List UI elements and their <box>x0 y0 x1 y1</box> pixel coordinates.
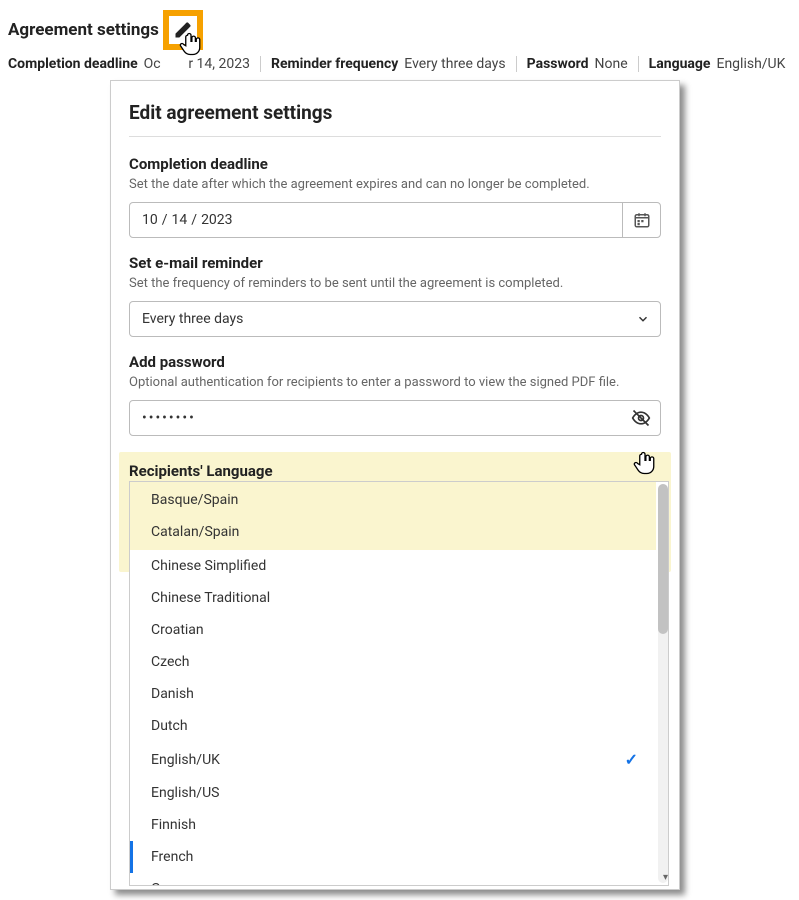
page-title: Agreement settings <box>8 20 159 40</box>
reminder-value: Every three days <box>130 311 636 327</box>
language-option[interactable]: Danish <box>130 678 656 710</box>
language-option[interactable]: Croatian <box>130 614 656 646</box>
language-option-label: Dutch <box>151 718 188 734</box>
reminder-section: Set e-mail reminder Set the frequency of… <box>129 254 661 337</box>
chevron-down-icon <box>636 312 650 326</box>
language-option-label: English/UK <box>151 752 220 768</box>
password-title: Add password <box>129 353 661 371</box>
reminder-desc: Set the frequency of reminders to be sen… <box>129 276 661 291</box>
language-option-label: Chinese Traditional <box>151 590 270 606</box>
language-option[interactable]: English/UK ✓ <box>130 742 656 777</box>
language-option-label: Chinese Simplified <box>151 558 266 574</box>
language-option[interactable]: English/US <box>130 777 656 809</box>
summary-deadline-label: Completion deadline <box>8 56 138 72</box>
scroll-down-arrow[interactable]: ▾ <box>663 872 668 883</box>
reminder-title: Set e-mail reminder <box>129 254 661 272</box>
language-option-label: Danish <box>151 686 194 702</box>
deadline-month: 10 <box>142 212 158 228</box>
edit-agreement-modal: Edit agreement settings Completion deadl… <box>110 80 680 890</box>
check-icon: ✓ <box>625 750 638 769</box>
language-option[interactable]: French <box>130 841 656 873</box>
language-dropdown: Basque/Spain Catalan/Spain Chinese Simplif… <box>129 481 669 886</box>
language-option[interactable]: Catalan/Spain <box>130 516 656 548</box>
deadline-desc: Set the date after which the agreement e… <box>129 177 661 192</box>
deadline-year: 2023 <box>201 212 232 228</box>
summary-password-value: None <box>595 56 628 72</box>
calendar-button[interactable] <box>622 203 660 237</box>
language-option[interactable]: Dutch <box>130 710 656 742</box>
language-option[interactable]: Chinese Simplified <box>130 550 656 582</box>
scrollbar[interactable]: ▾ <box>658 484 668 883</box>
summary-reminder-label: Reminder frequency <box>271 56 398 72</box>
language-option[interactable]: Finnish <box>130 809 656 841</box>
settings-summary-row: Completion deadline October 14, 2023 Rem… <box>8 56 791 72</box>
summary-reminder-value: Every three days <box>404 56 505 72</box>
modal-title: Edit agreement settings <box>129 101 661 137</box>
language-option[interactable]: German <box>130 873 656 885</box>
password-section: Add password Optional authentication for… <box>129 353 661 436</box>
language-option-label: French <box>151 849 193 865</box>
language-option[interactable]: Basque/Spain <box>130 484 656 516</box>
deadline-section: Completion deadline Set the date after w… <box>129 155 661 238</box>
language-option-label: Czech <box>151 654 189 670</box>
language-option-label: English/US <box>151 785 219 801</box>
language-option[interactable]: Czech <box>130 646 656 678</box>
calendar-icon <box>633 211 651 229</box>
language-option-label: Catalan/Spain <box>151 524 239 540</box>
language-option-label: German <box>151 881 200 885</box>
language-option-label: Basque/Spain <box>151 492 238 508</box>
password-input[interactable]: •••••••• <box>129 400 661 436</box>
eye-off-icon <box>631 408 651 428</box>
language-option-label: Croatian <box>151 622 204 638</box>
deadline-input[interactable]: 10 / 14 / 2023 <box>129 202 661 238</box>
deadline-title: Completion deadline <box>129 155 661 173</box>
language-option[interactable]: Chinese Traditional <box>130 582 656 614</box>
agreement-settings-header: Agreement settings Completion deadline O… <box>0 0 799 72</box>
deadline-day: 14 <box>172 212 188 228</box>
summary-password-label: Password <box>527 56 589 72</box>
summary-language-label: Language <box>649 56 711 72</box>
language-option-label: Finnish <box>151 817 196 833</box>
password-value: •••••••• <box>130 410 622 426</box>
language-title: Recipients' Language <box>129 462 661 480</box>
password-desc: Optional authentication for recipients t… <box>129 375 661 390</box>
edit-settings-button[interactable] <box>163 10 203 50</box>
summary-deadline-value: October 14, 2023 <box>144 56 250 72</box>
summary-language-value: English/UK <box>716 56 785 72</box>
pencil-icon <box>174 21 192 39</box>
toggle-password-visibility[interactable] <box>622 408 660 428</box>
scrollbar-thumb[interactable] <box>658 484 668 634</box>
reminder-select[interactable]: Every three days <box>129 301 661 337</box>
